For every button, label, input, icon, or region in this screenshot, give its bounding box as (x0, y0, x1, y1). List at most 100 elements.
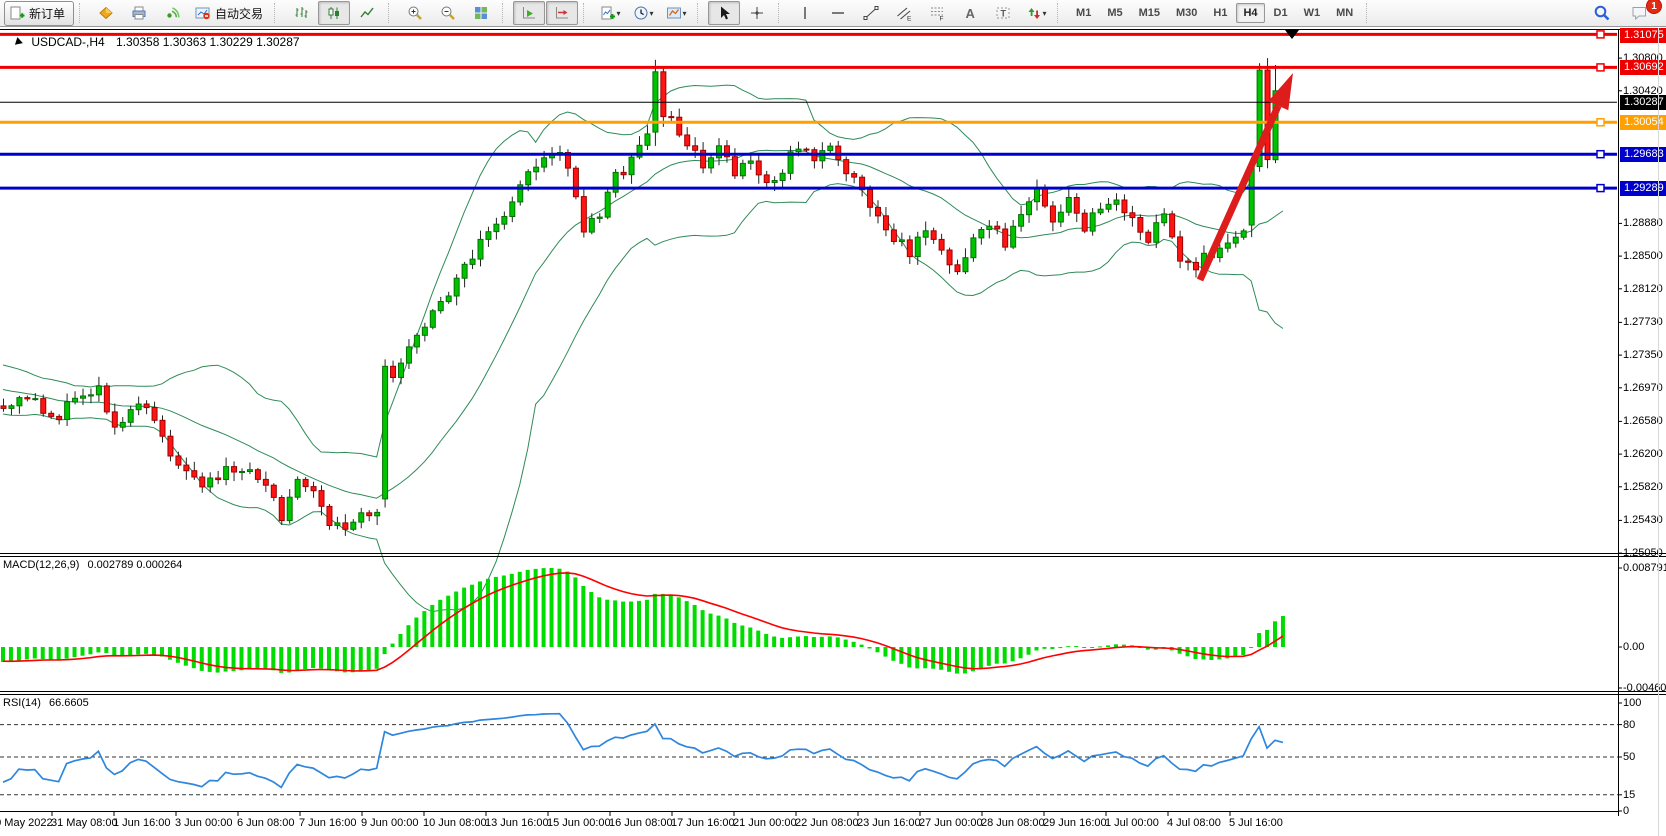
timeframe-button-mn[interactable]: MN (1329, 3, 1360, 23)
autotrading-button[interactable]: 自动交易 (189, 1, 269, 25)
macd-histogram-bar (359, 647, 363, 671)
candle-body (311, 487, 316, 491)
timeframe-button-m1[interactable]: M1 (1069, 3, 1098, 23)
candle-body (804, 149, 809, 150)
macd-histogram-bar (772, 637, 776, 648)
new-order-button[interactable]: 新订单 (4, 1, 74, 26)
fibonacci-icon[interactable]: F (921, 1, 953, 25)
signals-icon[interactable] (156, 1, 188, 25)
macd-histogram-bar (1042, 647, 1046, 649)
candle-body (589, 218, 594, 232)
macd-histogram-bar (804, 636, 808, 647)
indicators-button[interactable]: ▾ (594, 1, 626, 25)
crosshair-icon[interactable] (741, 1, 773, 25)
trend-arrow-line[interactable] (1200, 106, 1278, 280)
autotrading-label: 自动交易 (215, 5, 263, 22)
candle-body (820, 151, 825, 161)
timeframe-button-h1[interactable]: H1 (1206, 3, 1234, 23)
gold-bar-icon[interactable] (90, 1, 122, 25)
candle-body (17, 398, 22, 406)
macd-histogram-bar (311, 647, 315, 668)
search-icon[interactable] (1586, 1, 1618, 25)
candle-body (1225, 243, 1230, 248)
macd-histogram-bar (1066, 646, 1070, 647)
candle-body (899, 240, 904, 242)
timeframe-button-m15[interactable]: M15 (1132, 3, 1167, 23)
candle-body (693, 146, 698, 151)
macd-histogram-bar (9, 647, 13, 662)
macd-histogram-bar (1273, 621, 1277, 647)
candle-body (526, 172, 531, 185)
candle-body (629, 157, 634, 175)
equidistant-channel-icon[interactable]: E (888, 1, 920, 25)
trendline-icon[interactable] (855, 1, 887, 25)
candle-body (995, 226, 1000, 229)
tile-windows-icon[interactable] (465, 1, 497, 25)
vertical-line-icon[interactable] (789, 1, 821, 25)
timeframe-button-m5[interactable]: M5 (1100, 3, 1129, 23)
candlestick-chart-icon[interactable] (318, 1, 350, 25)
macd-histogram-bar (717, 616, 721, 647)
cursor-icon[interactable] (708, 1, 740, 25)
macd-histogram-bar (1027, 647, 1031, 655)
candle-body (796, 149, 801, 152)
periods-button[interactable]: ▾ (627, 1, 659, 25)
macd-histogram-bar (1050, 647, 1054, 649)
trend-arrow-head[interactable] (1268, 73, 1293, 110)
candle-body (104, 386, 109, 412)
print-icon[interactable] (123, 1, 155, 25)
candle-body (454, 278, 459, 296)
line-handle[interactable] (1597, 31, 1604, 38)
templates-button[interactable]: ▾ (660, 1, 692, 25)
arrows-button[interactable]: ▾ (1020, 1, 1052, 25)
timeframe-button-d1[interactable]: D1 (1267, 3, 1295, 23)
candle-body (128, 410, 133, 423)
macd-histogram-bar (216, 647, 220, 673)
candle-body (295, 479, 300, 497)
bar-chart-icon[interactable] (285, 1, 317, 25)
macd-histogram-bar (33, 647, 37, 659)
macd-histogram-bar (240, 647, 244, 670)
candle-body (923, 231, 928, 237)
zoom-out-icon[interactable] (432, 1, 464, 25)
candle-body (971, 238, 976, 258)
candle-body (208, 478, 213, 487)
candle-body (494, 224, 499, 231)
macd-histogram-bar (462, 588, 466, 647)
auto-scroll-icon[interactable] (513, 1, 545, 25)
macd-histogram-bar (796, 637, 800, 648)
timeframe-button-w1[interactable]: W1 (1297, 3, 1328, 23)
zoom-in-icon[interactable] (399, 1, 431, 25)
macd-histogram-bar (486, 579, 490, 647)
timeframe-button-m30[interactable]: M30 (1169, 3, 1204, 23)
text-icon[interactable]: A (954, 1, 986, 25)
candle-body (772, 181, 777, 183)
toolbar-separator (79, 3, 86, 23)
chart-shift-icon[interactable] (546, 1, 578, 25)
line-handle[interactable] (1597, 64, 1604, 71)
timeframe-button-h4[interactable]: H4 (1236, 3, 1264, 23)
candle-body (462, 264, 467, 278)
line-handle[interactable] (1597, 119, 1604, 126)
line-handle[interactable] (1597, 151, 1604, 158)
line-chart-icon[interactable] (351, 1, 383, 25)
candle-body (987, 226, 992, 229)
chart-canvas[interactable] (0, 28, 1666, 836)
text-label-icon[interactable]: T (987, 1, 1019, 25)
candle-body (748, 161, 753, 163)
bollinger-middle-band[interactable] (3, 150, 1283, 498)
candle-body (1170, 214, 1175, 237)
autotrading-icon (195, 5, 211, 21)
bollinger-lower-band[interactable] (3, 184, 1283, 612)
candle-body (120, 422, 125, 427)
candle-body (605, 192, 610, 217)
line-handle[interactable] (1597, 185, 1604, 192)
candle-body (216, 478, 221, 480)
horizontal-line-icon[interactable] (822, 1, 854, 25)
candle-body (1098, 209, 1103, 213)
chart-window[interactable]: USDCAD-,H4 1.30358 1.30363 1.30229 1.302… (0, 28, 1666, 836)
notifications-button[interactable]: 1 (1624, 1, 1656, 25)
candle-body (1003, 229, 1008, 247)
macd-histogram-bar (406, 625, 410, 647)
candle-body (25, 398, 30, 399)
